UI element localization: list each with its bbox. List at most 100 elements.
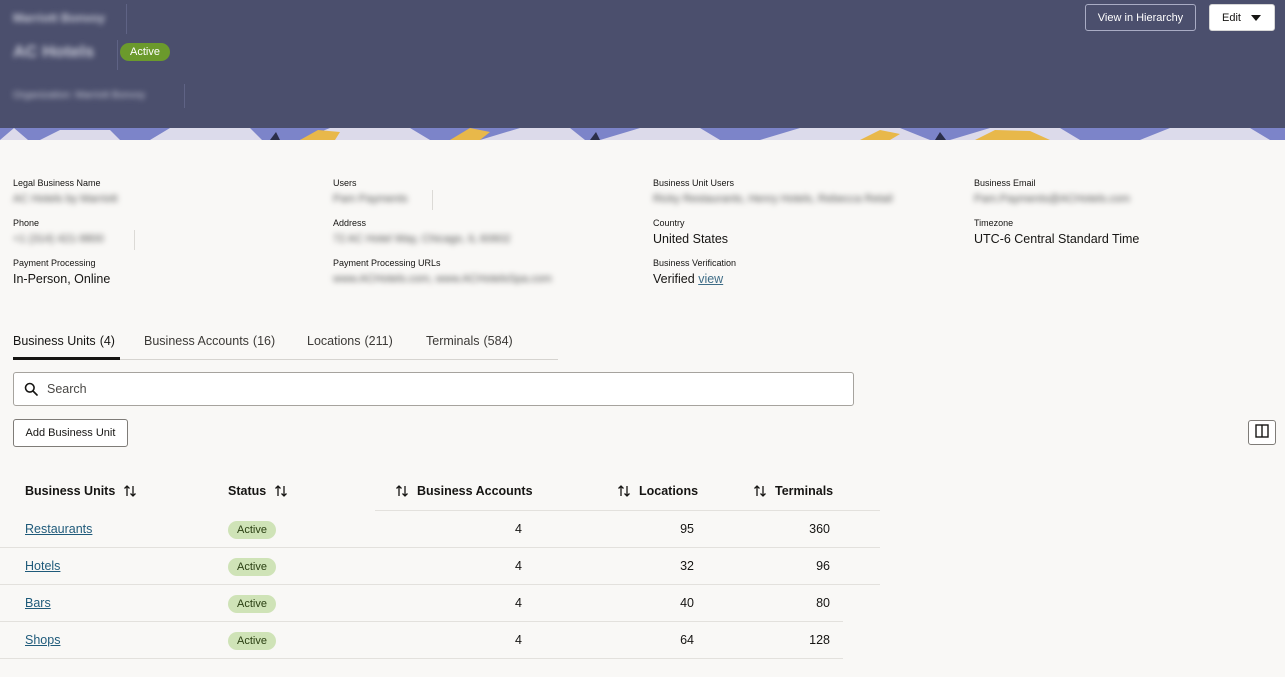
field-value: United States: [653, 232, 729, 246]
field-value: In-Person, Online: [13, 272, 111, 286]
column-header-terminals[interactable]: Terminals: [753, 484, 833, 498]
business-unit-link[interactable]: Hotels: [25, 559, 60, 573]
search-input[interactable]: [47, 379, 827, 399]
business-unit-name: AC Hotels: [13, 42, 95, 61]
business-unit-users-field: Business Unit Users Ricky Restaurants, H…: [653, 178, 893, 207]
terminals-cell: 360: [809, 522, 830, 536]
legal-business-name-field: Legal Business Name AC Hotels by Marriot…: [13, 178, 118, 207]
terminals-cell: 96: [816, 559, 830, 573]
active-tab-indicator: [13, 357, 120, 360]
search-box: [13, 372, 854, 406]
view-in-hierarchy-button[interactable]: View in Hierarchy: [1085, 4, 1196, 31]
payment-processing-field: Payment Processing In-Person, Online: [13, 258, 110, 287]
caret-down-icon: [1251, 15, 1261, 21]
organization-title: Marriott Bonvoy: [13, 11, 106, 25]
timezone-field: Timezone UTC-6 Central Standard Time: [974, 218, 1139, 247]
tab-locations[interactable]: Locations (211): [307, 334, 393, 348]
field-label: Business Verification: [653, 258, 737, 268]
column-header-label: Business Accounts: [417, 484, 533, 498]
field-label: Country: [653, 218, 685, 228]
field-label: Payment Processing URLs: [333, 258, 441, 268]
locations-cell: 40: [680, 596, 694, 610]
row-divider: [0, 584, 880, 585]
field-value: Ricky Restaurants, Henry Hotels, Rebecca…: [653, 193, 893, 205]
tab-count: (4): [99, 334, 115, 348]
tab-bar: Business Units (4) Business Accounts (16) …: [13, 330, 558, 360]
status-badge: Active: [228, 595, 276, 613]
tab-label: Business Accounts: [144, 334, 249, 348]
business-unit-link[interactable]: Restaurants: [25, 522, 92, 536]
locations-cell: 95: [680, 522, 694, 536]
field-divider: [134, 230, 135, 250]
phone-field: Phone +1 (314) 421-9800: [13, 218, 104, 247]
sort-icon: [396, 485, 408, 497]
field-label: Address: [333, 218, 367, 228]
tab-count: (211): [364, 334, 393, 348]
business-accounts-cell: 4: [515, 633, 522, 647]
tab-business-accounts[interactable]: Business Accounts (16): [144, 334, 275, 348]
field-value: UTC-6 Central Standard Time: [974, 232, 1140, 246]
status-badge: Active: [228, 521, 276, 539]
business-accounts-cell: 4: [515, 596, 522, 610]
field-value: 72 AC Hotel Way, Chicago, IL 60602: [333, 233, 511, 245]
business-unit-link[interactable]: Bars: [25, 596, 51, 610]
field-label: Legal Business Name: [13, 178, 101, 188]
status-badge: Active: [120, 43, 170, 61]
field-label: Business Unit Users: [653, 178, 735, 188]
tab-label: Terminals: [426, 334, 480, 348]
column-header-label: Locations: [639, 484, 699, 498]
verification-view-link[interactable]: view: [698, 272, 723, 286]
page-header: Marriott Bonvoy AC Hotels Active Organiz…: [0, 0, 1285, 140]
sort-icon: [275, 485, 288, 497]
tab-business-units[interactable]: Business Units (4): [13, 334, 115, 348]
locations-cell: 32: [680, 559, 694, 573]
verification-status: Verified: [653, 272, 695, 286]
sort-icon: [754, 485, 766, 497]
sort-icon: [618, 485, 630, 497]
field-label: Payment Processing: [13, 258, 96, 268]
column-header-status[interactable]: Status: [228, 484, 288, 498]
search-icon: [24, 382, 38, 396]
business-email-field: Business Email Pam.Payments@ACHotels.com: [974, 178, 1130, 207]
header-decorative-pattern: [0, 128, 1285, 140]
tab-terminals[interactable]: Terminals (584): [426, 334, 513, 348]
locations-cell: 64: [680, 633, 694, 647]
columns-icon: [1255, 424, 1269, 438]
business-unit-name-cell: Shops: [25, 633, 60, 647]
column-header-label: Business Units: [25, 484, 116, 498]
field-divider: [432, 190, 433, 210]
column-header-label: Terminals: [775, 484, 834, 498]
status-badge: Active: [228, 558, 276, 576]
column-header-locations[interactable]: Locations: [617, 484, 698, 498]
tab-label: Business Units: [13, 334, 96, 348]
row-divider: [0, 547, 880, 548]
country-field: Country United States: [653, 218, 728, 247]
column-header-business-units[interactable]: Business Units: [25, 484, 137, 498]
business-unit-name-cell: Hotels: [25, 559, 60, 573]
header-divider: [117, 40, 118, 70]
header-divider: [184, 84, 185, 108]
field-label: Phone: [13, 218, 40, 228]
add-business-unit-button[interactable]: Add Business Unit: [13, 419, 128, 447]
sort-icon: [124, 485, 137, 497]
field-label: Users: [333, 178, 357, 188]
business-verification-field: Business Verification Verified view: [653, 258, 736, 287]
edit-menu-button[interactable]: Edit: [1209, 4, 1275, 31]
field-value: www.ACHotels.com, www.ACHotelsSpa.com: [333, 273, 552, 285]
column-header-business-accounts[interactable]: Business Accounts: [395, 484, 533, 498]
header-divider: [126, 4, 127, 34]
row-divider: [0, 658, 843, 659]
business-unit-name-cell: Bars: [25, 596, 51, 610]
field-value: Pam.Payments@ACHotels.com: [974, 193, 1131, 205]
field-label: Timezone: [974, 218, 1014, 228]
field-value: AC Hotels by Marriott: [13, 193, 118, 205]
field-value: +1 (314) 421-9800: [13, 233, 104, 245]
column-settings-button[interactable]: [1248, 420, 1276, 445]
terminals-cell: 128: [809, 633, 830, 647]
business-unit-name-cell: Restaurants: [25, 522, 92, 536]
tab-label: Locations: [307, 334, 361, 348]
business-unit-link[interactable]: Shops: [25, 633, 60, 647]
field-value: Verified view: [653, 271, 736, 287]
tab-count: (584): [483, 334, 513, 348]
row-divider: [375, 510, 880, 511]
